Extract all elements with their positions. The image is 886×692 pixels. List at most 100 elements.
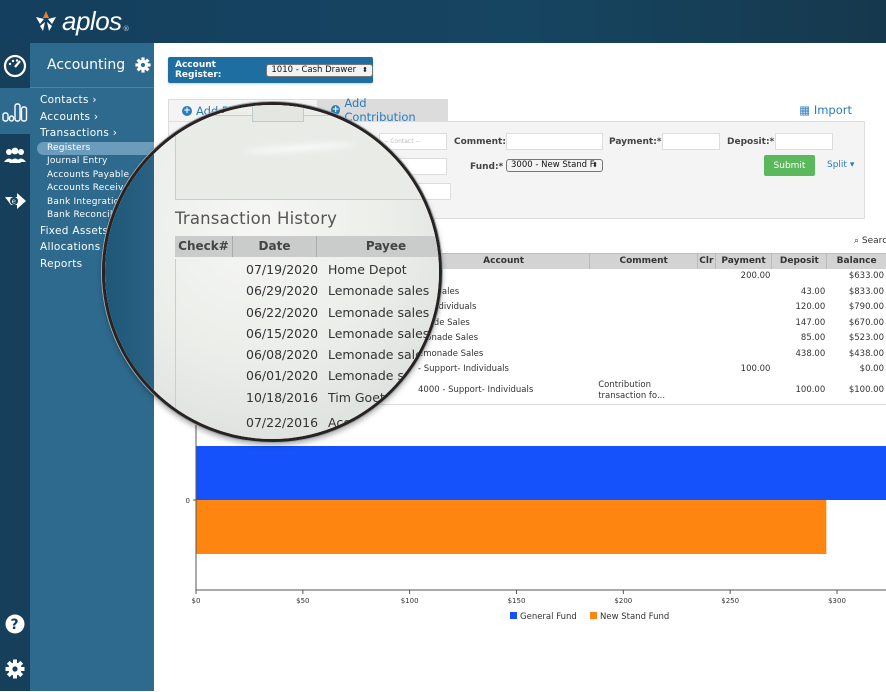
cell-comment [590, 316, 698, 332]
cell-comment [590, 300, 698, 316]
legend-label: General Fund [520, 612, 577, 622]
transaction-history-title: Transaction History [175, 209, 338, 228]
col-deposit[interactable]: Deposit [772, 254, 828, 269]
dashboard-icon [3, 54, 27, 78]
legend-swatch [510, 612, 517, 619]
lens-check-label: eck#: [184, 102, 226, 117]
help-button[interactable]: ? [0, 601, 30, 647]
contacts-people-icon [4, 147, 26, 163]
cell-comment [590, 362, 698, 378]
lens-table-row[interactable]: 06/08/2020 Lemonade sales [176, 344, 439, 365]
cell-date: 10/18/2016 [246, 389, 319, 405]
x-tick-label: $250 [721, 597, 739, 605]
cell-balance: $633.00 [848, 271, 884, 281]
lens-table-row[interactable]: 07/19/2020 Home Depot [176, 259, 439, 280]
col-clr[interactable]: Clr [698, 254, 716, 269]
cell-clr [698, 269, 716, 285]
lens-check-input[interactable] [252, 105, 304, 122]
lens-table-row[interactable]: 06/15/2020 Lemonade sales [176, 323, 439, 344]
search-link[interactable]: ⌕ Search [854, 236, 886, 246]
col-date[interactable]: Date [233, 236, 317, 257]
col-comment[interactable]: Comment [590, 254, 698, 269]
svg-text:?: ? [11, 617, 19, 633]
cell-deposit: 43.00 [800, 286, 826, 297]
lens-grid-header: Check# Date Payee [175, 236, 439, 257]
dashboard-button[interactable] [0, 43, 30, 89]
cell-date: 07/19/2020 [246, 262, 319, 277]
fund-select[interactable]: 3000 - New Stand F ⬍ [506, 159, 603, 172]
cell-date: 06/08/2020 [246, 347, 319, 363]
split-button[interactable]: Split ▾ [827, 160, 854, 170]
cell-balance: $523.00 [848, 333, 884, 343]
deposit-input[interactable] [775, 133, 833, 150]
fund-label: Fund:* [470, 162, 504, 172]
cell-payee: Acc [328, 415, 351, 431]
cell-payment [716, 300, 773, 316]
x-tick-label: $0 [192, 597, 201, 605]
aplos-star-icon [36, 11, 56, 31]
registered-mark: ® [122, 25, 130, 33]
accounting-button[interactable] [0, 88, 30, 134]
table-grid-icon: ▦ [799, 103, 811, 117]
cell-deposit: 120.00 [795, 302, 826, 312]
cell-balance: $438.00 [848, 348, 884, 359]
cell-date: 06/15/2020 [246, 325, 319, 341]
cell-comment [590, 347, 698, 363]
comment-input[interactable] [506, 133, 603, 150]
search-label: Search [861, 236, 886, 246]
col-payee[interactable]: Payee [317, 236, 439, 257]
cell-clr [698, 362, 716, 378]
account-register-value: 1010 - Cash Drawer [271, 64, 357, 75]
cell-clr [698, 316, 716, 332]
submit-button[interactable]: Submit [764, 155, 815, 176]
cell-deposit: 85.00 [800, 333, 826, 343]
cell-clr [698, 300, 716, 316]
lens-table-row[interactable]: 06/22/2020 Lemonade sales [176, 302, 439, 323]
transfers-button[interactable]: e [0, 178, 30, 224]
y-tick-label: 0 [186, 497, 190, 505]
col-check[interactable]: Check# [175, 236, 233, 257]
import-link[interactable]: ▦ Import [799, 103, 852, 117]
contacts-button[interactable] [0, 133, 30, 179]
cell-comment [590, 331, 698, 347]
settings-button[interactable] [0, 646, 30, 692]
deposit-label: Deposit:* [727, 137, 775, 147]
aplos-logo[interactable]: aplos ® [34, 6, 130, 36]
cell-date: 07/22/2016 [246, 415, 319, 431]
cell-comment [590, 285, 698, 301]
account-register-select[interactable]: 1010 - Cash Drawer ⬍ [266, 63, 373, 77]
help-icon: ? [5, 614, 25, 634]
cell-payment [716, 347, 773, 363]
x-tick-label: $100 [401, 597, 419, 605]
cell-payment [716, 285, 773, 301]
select-arrows-icon: ⬍ [592, 161, 598, 169]
cell-balance: $0.00 [859, 364, 884, 374]
payment-input[interactable] [662, 133, 720, 150]
cell-date: 06/01/2020 [246, 368, 319, 384]
icon-bar: e ? [0, 43, 30, 691]
cell-deposit [772, 269, 827, 285]
lens-table-row[interactable]: 06/01/2020 Lemonade sa [176, 365, 439, 386]
legend-swatch [590, 612, 597, 619]
cell-date: 06/22/2020 [246, 304, 319, 320]
cell-clr [698, 285, 716, 301]
x-tick-label: $300 [828, 597, 846, 605]
bar-new-stand-fund [196, 500, 827, 554]
cell-balance: $790.00 [848, 302, 884, 312]
lens-form-area: eck#: Ta [175, 105, 439, 200]
cell-payee: Lemonade sales [328, 283, 430, 299]
lens-sidebar-reflection [105, 105, 154, 439]
cell-clr [698, 347, 716, 363]
lens-table-row[interactable]: 06/29/2020 Lemonade sales [176, 280, 439, 301]
settings-gear-icon [5, 659, 25, 679]
cell-clr [698, 331, 716, 347]
lens-table-row[interactable]: 07/22/2016 Acc [176, 412, 439, 433]
brand-name: aplos [62, 5, 122, 36]
col-payment[interactable]: Payment [716, 254, 773, 269]
col-balance[interactable]: Balance [827, 254, 886, 269]
lens-table-row[interactable]: 10/18/2016 Tim Goet [176, 387, 439, 408]
accounting-settings-gear-icon[interactable] [135, 57, 151, 73]
account-register-label: Account Register: [175, 60, 222, 80]
cell-balance: $100.00 [848, 385, 884, 395]
cell-payee: Lemonade sa [328, 368, 412, 384]
